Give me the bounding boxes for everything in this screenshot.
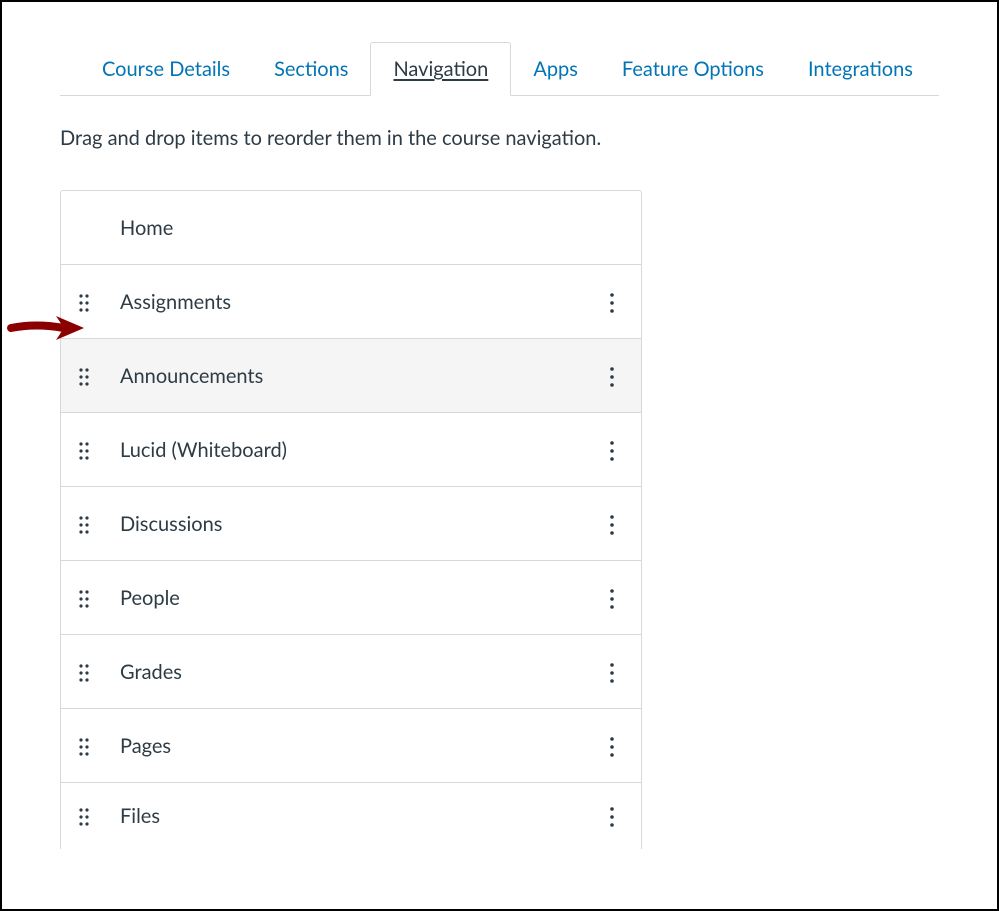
nav-item-announcements[interactable]: Announcements: [61, 339, 641, 413]
app-frame: Course Details Sections Navigation Apps Feat…: [0, 0, 999, 911]
nav-item-lucid[interactable]: Lucid (Whiteboard): [61, 413, 641, 487]
options-cell: [583, 514, 641, 534]
tab-sections[interactable]: Sections: [252, 43, 370, 95]
tab-label: Apps: [533, 57, 578, 81]
options-cell: [583, 806, 641, 826]
tab-label: Navigation: [393, 57, 488, 81]
options-cell: [583, 588, 641, 608]
nav-item-files[interactable]: Files: [61, 783, 641, 849]
nav-item-label: Discussions: [106, 512, 583, 536]
drag-handle-cell: [61, 367, 106, 385]
kebab-icon[interactable]: [609, 662, 615, 682]
nav-item-discussions[interactable]: Discussions: [61, 487, 641, 561]
drag-handle-cell: [61, 807, 106, 825]
nav-item-people[interactable]: People: [61, 561, 641, 635]
kebab-icon[interactable]: [609, 292, 615, 312]
kebab-icon[interactable]: [609, 514, 615, 534]
nav-item-home[interactable]: Home: [61, 191, 641, 265]
instruction-text: Drag and drop items to reorder them in t…: [60, 126, 939, 150]
drag-handle-cell: [61, 293, 106, 311]
nav-item-label: Announcements: [106, 364, 583, 388]
tab-course-details[interactable]: Course Details: [80, 43, 252, 95]
options-cell: [583, 366, 641, 386]
drag-handle-icon[interactable]: [78, 807, 90, 825]
tab-label: Course Details: [102, 57, 230, 81]
tab-apps[interactable]: Apps: [511, 43, 600, 95]
tab-integrations[interactable]: Integrations: [786, 43, 935, 95]
kebab-icon[interactable]: [609, 806, 615, 826]
drag-handle-cell: [61, 663, 106, 681]
nav-item-label: Files: [106, 804, 583, 828]
options-cell: [583, 292, 641, 312]
drag-handle-cell: [61, 515, 106, 533]
tab-feature-options[interactable]: Feature Options: [600, 43, 786, 95]
nav-item-label: Home: [61, 216, 641, 240]
kebab-icon[interactable]: [609, 440, 615, 460]
drag-handle-icon[interactable]: [78, 515, 90, 533]
tab-label: Sections: [274, 57, 348, 81]
tab-label: Integrations: [808, 57, 913, 81]
nav-item-pages[interactable]: Pages: [61, 709, 641, 783]
navigation-list: Home Assignments Announcements Lucid (White…: [60, 190, 642, 849]
drag-handle-icon[interactable]: [78, 441, 90, 459]
drag-handle-icon[interactable]: [78, 293, 90, 311]
kebab-icon[interactable]: [609, 588, 615, 608]
drag-handle-icon[interactable]: [78, 663, 90, 681]
options-cell: [583, 662, 641, 682]
options-cell: [583, 440, 641, 460]
nav-item-label: Pages: [106, 734, 583, 758]
nav-item-assignments[interactable]: Assignments: [61, 265, 641, 339]
kebab-icon[interactable]: [609, 736, 615, 756]
nav-item-grades[interactable]: Grades: [61, 635, 641, 709]
nav-item-label: People: [106, 586, 583, 610]
drag-handle-icon[interactable]: [78, 737, 90, 755]
content-area: Course Details Sections Navigation Apps Feat…: [2, 2, 997, 849]
drag-handle-cell: [61, 441, 106, 459]
drag-handle-cell: [61, 589, 106, 607]
drag-handle-icon[interactable]: [78, 589, 90, 607]
nav-item-label: Assignments: [106, 290, 583, 314]
tab-label: Feature Options: [622, 57, 764, 81]
settings-tabs: Course Details Sections Navigation Apps Feat…: [60, 42, 939, 96]
drag-handle-cell: [61, 737, 106, 755]
options-cell: [583, 736, 641, 756]
nav-item-label: Lucid (Whiteboard): [106, 438, 583, 462]
tab-navigation[interactable]: Navigation: [370, 42, 511, 96]
drag-handle-icon[interactable]: [78, 367, 90, 385]
kebab-icon[interactable]: [609, 366, 615, 386]
nav-item-label: Grades: [106, 660, 583, 684]
